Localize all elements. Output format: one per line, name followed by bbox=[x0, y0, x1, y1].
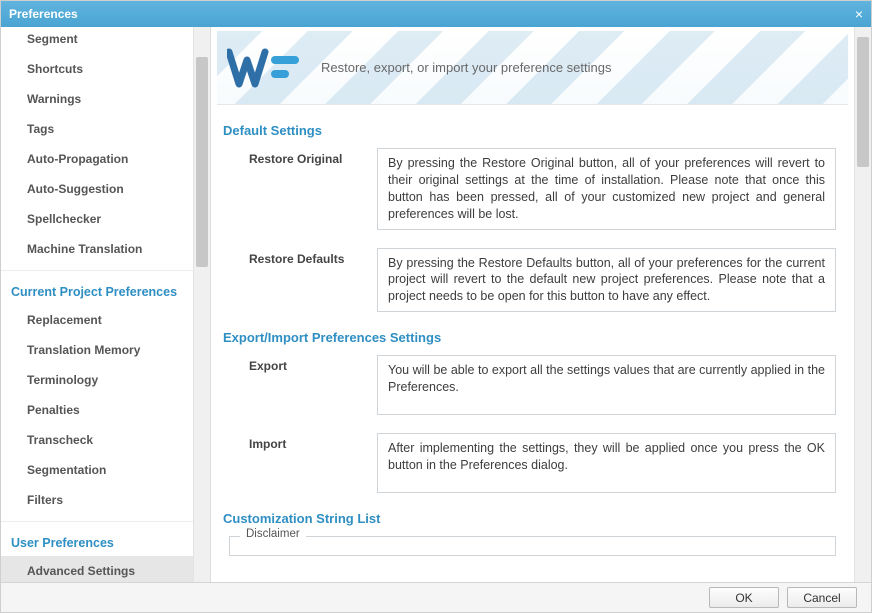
sidebar: Segment Shortcuts Warnings Tags Auto-Pro… bbox=[1, 27, 193, 582]
main-scrollbar-thumb[interactable] bbox=[857, 37, 869, 167]
sidebar-item-replacement[interactable]: Replacement bbox=[1, 305, 193, 335]
main-panel: Restore, export, or import your preferen… bbox=[211, 27, 854, 582]
section-title-exportimport: Export/Import Preferences Settings bbox=[223, 330, 854, 345]
desc-import: After implementing the settings, they wi… bbox=[377, 433, 836, 493]
dialog-body: Segment Shortcuts Warnings Tags Auto-Pro… bbox=[1, 27, 871, 582]
label-import: Import bbox=[229, 433, 359, 493]
sidebar-section-user-preferences: User Preferences bbox=[1, 521, 193, 556]
legend-disclaimer: Disclaimer bbox=[240, 528, 306, 540]
sidebar-scrollbar[interactable] bbox=[193, 27, 210, 582]
sidebar-item-translation-memory[interactable]: Translation Memory bbox=[1, 335, 193, 365]
app-logo-icon bbox=[227, 46, 307, 90]
desc-restore-defaults: By pressing the Restore Defaults button,… bbox=[377, 248, 836, 313]
sidebar-item-machine-translation[interactable]: Machine Translation bbox=[1, 234, 193, 264]
sidebar-scrollbar-thumb[interactable] bbox=[196, 57, 208, 267]
sidebar-item-auto-propagation[interactable]: Auto-Propagation bbox=[1, 144, 193, 174]
row-import: Import After implementing the settings, … bbox=[229, 433, 836, 493]
label-restore-original: Restore Original bbox=[229, 148, 359, 230]
desc-restore-original: By pressing the Restore Original button,… bbox=[377, 148, 836, 230]
ok-button[interactable]: OK bbox=[709, 587, 779, 608]
sidebar-item-advanced-settings[interactable]: Advanced Settings bbox=[1, 556, 193, 582]
banner: Restore, export, or import your preferen… bbox=[217, 31, 848, 105]
section-title-custom: Customization String List bbox=[223, 511, 854, 526]
window-title: Preferences bbox=[9, 7, 78, 21]
section-title-default: Default Settings bbox=[223, 123, 854, 138]
sidebar-item-filters[interactable]: Filters bbox=[1, 485, 193, 515]
sidebar-container: Segment Shortcuts Warnings Tags Auto-Pro… bbox=[1, 27, 211, 582]
sidebar-item-auto-suggestion[interactable]: Auto-Suggestion bbox=[1, 174, 193, 204]
sidebar-item-tags[interactable]: Tags bbox=[1, 114, 193, 144]
sidebar-item-terminology[interactable]: Terminology bbox=[1, 365, 193, 395]
cancel-button[interactable]: Cancel bbox=[787, 587, 857, 608]
title-bar: Preferences × bbox=[1, 1, 871, 27]
label-restore-defaults: Restore Defaults bbox=[229, 248, 359, 313]
row-restore-original: Restore Original By pressing the Restore… bbox=[229, 148, 836, 230]
label-export: Export bbox=[229, 355, 359, 415]
close-icon[interactable]: × bbox=[855, 6, 863, 22]
row-export: Export You will be able to export all th… bbox=[229, 355, 836, 415]
sidebar-item-warnings[interactable]: Warnings bbox=[1, 84, 193, 114]
sidebar-item-shortcuts[interactable]: Shortcuts bbox=[1, 54, 193, 84]
main-container: Restore, export, or import your preferen… bbox=[211, 27, 871, 582]
sidebar-item-penalties[interactable]: Penalties bbox=[1, 395, 193, 425]
fieldset-disclaimer: Disclaimer bbox=[229, 536, 836, 556]
sidebar-section-current-project: Current Project Preferences bbox=[1, 270, 193, 305]
desc-export: You will be able to export all the setti… bbox=[377, 355, 836, 415]
footer: OK Cancel bbox=[1, 582, 871, 612]
banner-text: Restore, export, or import your preferen… bbox=[321, 60, 611, 75]
main-scrollbar[interactable] bbox=[854, 27, 871, 582]
sidebar-item-segment[interactable]: Segment bbox=[1, 31, 193, 54]
sidebar-item-transcheck[interactable]: Transcheck bbox=[1, 425, 193, 455]
sidebar-item-segmentation[interactable]: Segmentation bbox=[1, 455, 193, 485]
row-restore-defaults: Restore Defaults By pressing the Restore… bbox=[229, 248, 836, 313]
sidebar-item-spellchecker[interactable]: Spellchecker bbox=[1, 204, 193, 234]
